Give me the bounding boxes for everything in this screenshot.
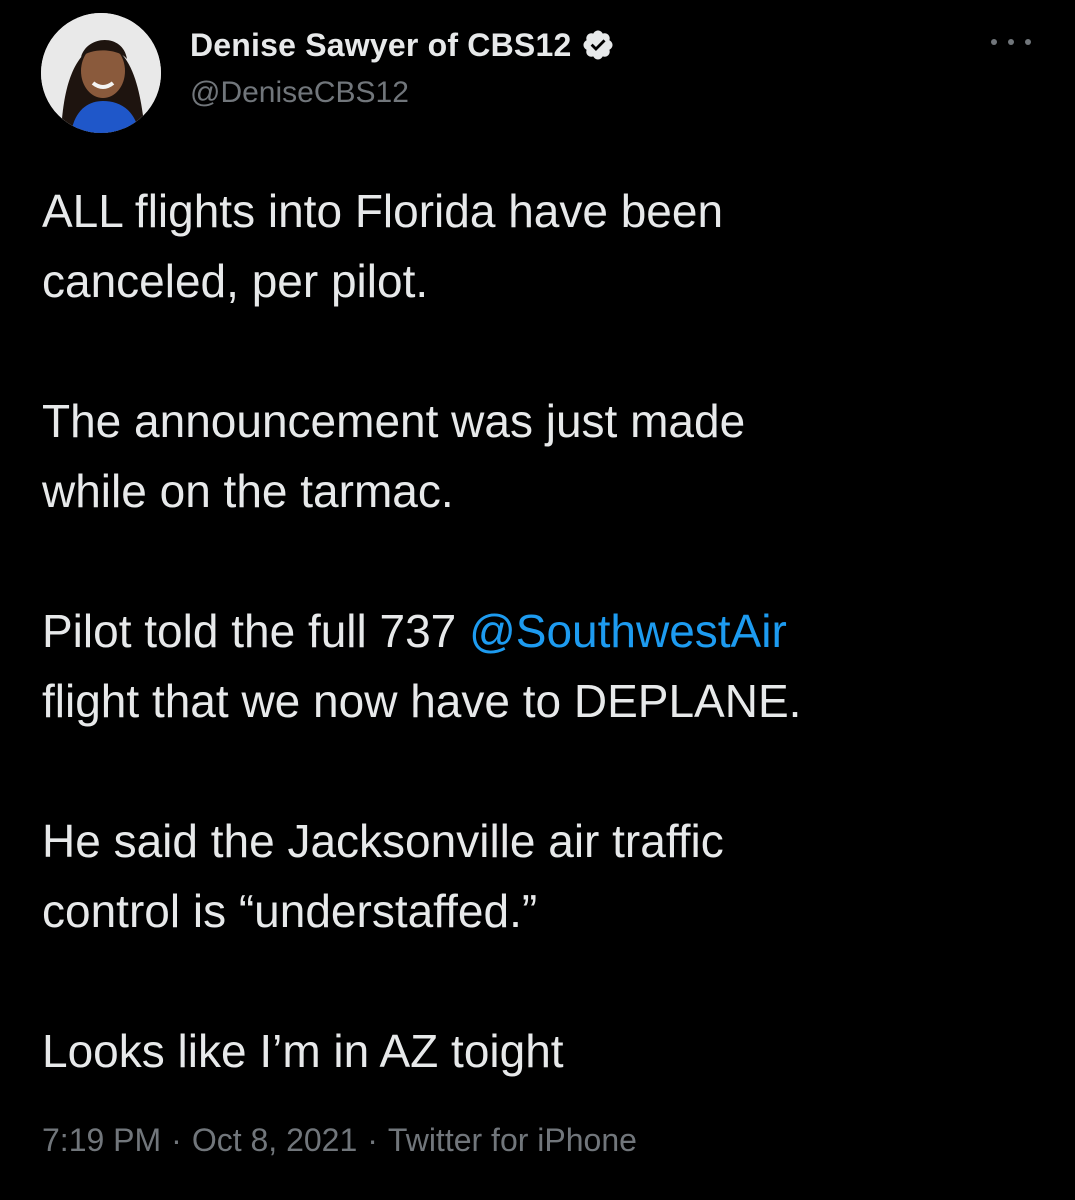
tweet-line: Pilot told the full 737 @SouthwestAir	[42, 596, 1042, 666]
more-dot-icon	[1025, 39, 1031, 45]
tweet-line: Looks like I’m in AZ toight	[42, 1025, 564, 1077]
tweet-container: Denise Sawyer of CBS12 @DeniseCBS12 ALL …	[0, 0, 1075, 1200]
tweet-paragraph: Pilot told the full 737 @SouthwestAir fl…	[42, 596, 1042, 736]
meta-separator: ·	[367, 1122, 378, 1158]
meta-separator: ·	[171, 1122, 182, 1158]
verified-badge-icon	[581, 28, 615, 62]
tweet-date[interactable]: Oct 8, 2021	[192, 1122, 357, 1159]
tweet-paragraph: ALL flights into Florida have been cance…	[42, 176, 1042, 316]
more-options-icon[interactable]	[991, 30, 1031, 54]
tweet-line: He said the Jacksonville air traffic	[42, 815, 724, 867]
avatar-image	[41, 13, 161, 133]
author-name-row[interactable]: Denise Sawyer of CBS12	[190, 22, 615, 68]
tweet-line: ALL flights into Florida have been	[42, 185, 724, 237]
tweet-paragraph: He said the Jacksonville air traffic con…	[42, 806, 1042, 946]
tweet-paragraph: The announcement was just made while on …	[42, 386, 1042, 526]
tweet-line: control is “understaffed.”	[42, 885, 538, 937]
tweet-text-segment: Pilot told the full 737	[42, 605, 470, 657]
tweet-paragraph: Looks like I’m in AZ toight	[42, 1016, 1042, 1086]
more-dot-icon	[1008, 39, 1014, 45]
tweet-line: flight that we now have to DEPLANE.	[42, 675, 802, 727]
tweet-text: ALL flights into Florida have been cance…	[42, 176, 1042, 1086]
tweet-line: canceled, per pilot.	[42, 255, 429, 307]
more-dot-icon	[991, 39, 997, 45]
author-handle[interactable]: @DeniseCBS12	[190, 76, 409, 110]
tweet-metadata: 7:19 PM · Oct 8, 2021 · Twitter for iPho…	[42, 1122, 637, 1159]
tweet-line: while on the tarmac.	[42, 465, 454, 517]
tweet-time[interactable]: 7:19 PM	[42, 1122, 161, 1159]
author-display-name[interactable]: Denise Sawyer of CBS12	[190, 27, 571, 64]
mention-link[interactable]: @SouthwestAir	[469, 605, 787, 657]
avatar[interactable]	[41, 13, 161, 133]
tweet-line: The announcement was just made	[42, 395, 746, 447]
tweet-source[interactable]: Twitter for iPhone	[388, 1122, 637, 1159]
